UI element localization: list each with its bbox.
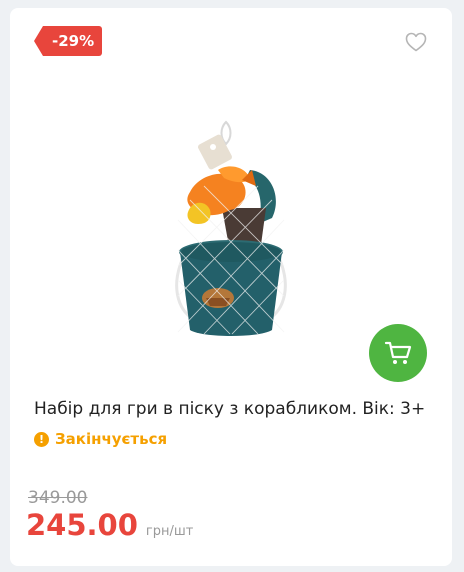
stock-status-text: Закінчується xyxy=(55,430,168,448)
cart-icon xyxy=(384,341,412,364)
product-title[interactable]: Набір для гри в піску з корабликом. Вік:… xyxy=(34,398,434,420)
current-price: 245.00 xyxy=(26,508,138,542)
heart-outline-icon xyxy=(405,32,427,52)
stock-status: ! Закінчується xyxy=(34,430,167,448)
favorite-button[interactable] xyxy=(404,30,428,54)
discount-badge: -29% xyxy=(34,26,103,56)
price-unit: грн/шт xyxy=(145,524,194,539)
old-price: 349.00 xyxy=(28,488,88,508)
sand-toy-set-image xyxy=(175,120,287,336)
product-image[interactable] xyxy=(160,120,302,342)
add-to-cart-button[interactable] xyxy=(369,324,427,382)
exclamation-circle-icon: ! xyxy=(34,431,49,447)
product-card: -29% Набір для гри в піску з корабликом.… xyxy=(10,8,452,566)
price-row: 245.00 грн/шт xyxy=(26,508,193,542)
